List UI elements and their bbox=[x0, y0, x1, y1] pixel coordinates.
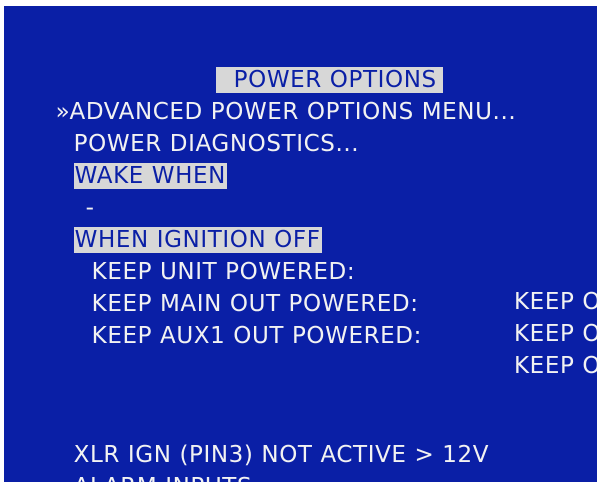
keep-unit-powered-setting[interactable]: KEEP UNIT POWERED: KEEP ON bbox=[60, 227, 597, 315]
osd-menu-screen: POWER OPTIONS »ADVANCED POWER OPTIONS ME… bbox=[4, 6, 597, 482]
section-header-ignition-off: WHEN IGNITION OFF bbox=[42, 195, 322, 253]
setting-value: KEEP ON bbox=[514, 321, 597, 347]
keep-main-out-powered-setting[interactable]: KEEP MAIN OUT POWERED: KEEP ON bbox=[60, 259, 597, 347]
menu-item-advanced-power-options[interactable]: »ADVANCED POWER OPTIONS MENU... bbox=[24, 67, 516, 125]
section-header-wake-when: WAKE WHEN bbox=[42, 131, 227, 189]
setting-label: KEEP AUX1 OUT POWERED: bbox=[91, 323, 422, 349]
section-header-label: WAKE WHEN bbox=[73, 163, 227, 189]
menu-item-alarm-inputs[interactable]: ALARM INPUTS bbox=[42, 442, 252, 482]
menu-title-row: POWER OPTIONS bbox=[184, 35, 443, 93]
menu-item-power-diagnostics[interactable]: POWER DIAGNOSTICS... bbox=[42, 99, 359, 157]
xlr-ign-setting[interactable]: XLR IGN (PIN3) NOT ACTIVE > 12V bbox=[42, 410, 489, 468]
keep-aux1-out-powered-setting[interactable]: KEEP AUX1 OUT POWERED: KEEP ON bbox=[60, 291, 597, 379]
menu-item-label: ALARM INPUTS bbox=[74, 474, 253, 482]
setting-value: KEEP ON bbox=[514, 353, 597, 379]
setting-value: KEEP ON bbox=[514, 289, 597, 315]
wake-when-setting[interactable]: - bbox=[54, 163, 95, 221]
